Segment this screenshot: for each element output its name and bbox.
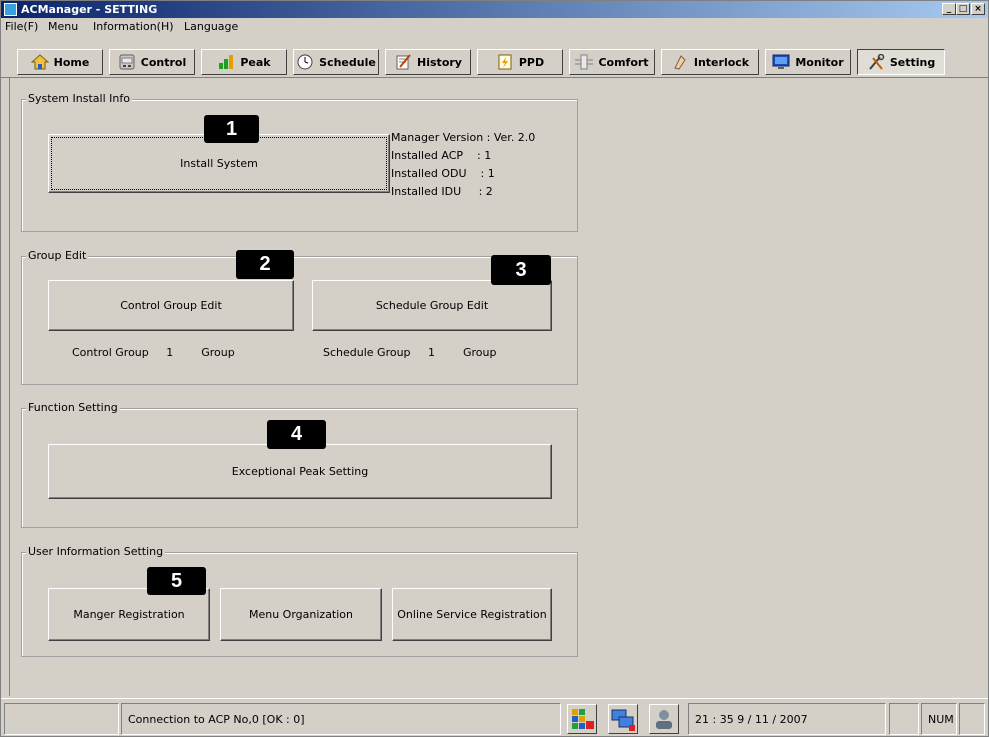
user-info-legend: User Information Setting [26,545,166,558]
menu-menu[interactable]: Menu [48,20,78,33]
tab-control-label: Control [140,55,187,69]
tab-interlock[interactable]: Interlock [661,49,759,75]
menu-file[interactable]: File(F) [5,20,38,33]
tab-comfort[interactable]: Comfort [569,49,655,75]
monitor-icon [772,54,790,70]
tab-home[interactable]: Home [17,49,103,75]
tab-monitor[interactable]: Monitor [765,49,851,75]
settings-panel: System Install Info Install System Manag… [9,78,985,696]
exceptional-peak-setting-button[interactable]: Exceptional Peak Setting [48,444,552,499]
tab-setting[interactable]: Setting [857,49,945,75]
toolbar: Home Control Peak Schedule History PPD C… [1,37,988,78]
setting-icon [867,53,885,70]
app-window: ACManager - SETTING _ □ × File(F) Menu I… [0,0,989,737]
close-button[interactable]: × [971,3,985,15]
clock-icon [296,54,314,70]
status-pane-empty [4,703,119,735]
menu-organization-button[interactable]: Menu Organization [220,588,382,641]
control-group-count: Control Group 1 Group [72,346,235,359]
home-icon [30,54,49,70]
user-info-group: User Information Setting Manger Registra… [21,545,578,657]
connection-status: Connection to ACP No,0 [OK : 0] [121,703,561,735]
history-icon [394,54,412,70]
schedule-group-count: Schedule Group 1 Group [323,346,497,359]
badge-2: 2 [236,250,294,279]
tab-home-label: Home [53,55,90,69]
badge-4: 4 [267,420,326,449]
tab-peak-label: Peak [240,55,271,69]
system-install-info: Manager Version : Ver. 2.0 Installed ACP… [391,131,536,198]
badge-3: 3 [491,255,551,285]
group-edit-legend: Group Edit [26,249,89,262]
tab-control[interactable]: Control [109,49,195,75]
status-pane-blank [889,703,919,735]
badge-5: 5 [147,567,206,595]
tab-peak[interactable]: Peak [201,49,287,75]
menu-language[interactable]: Language [184,20,238,33]
comfort-icon [575,54,594,70]
status-grid-icon[interactable] [567,704,597,734]
manager-registration-button[interactable]: Manger Registration [48,588,210,641]
control-group-edit-button[interactable]: Control Group Edit [48,280,294,331]
tab-setting-label: Setting [889,55,936,69]
app-icon [4,3,17,16]
network-icon[interactable] [608,704,638,734]
online-service-registration-button[interactable]: Online Service Registration [392,588,552,641]
window-title: ACManager - SETTING [21,3,158,16]
badge-1: 1 [204,115,259,143]
tab-history-label: History [417,55,462,69]
schedule-group-edit-button[interactable]: Schedule Group Edit [312,280,552,331]
tab-monitor-label: Monitor [795,55,844,69]
function-setting-legend: Function Setting [26,401,120,414]
maximize-button[interactable]: □ [956,3,970,15]
clock-status: 21 : 35 9 / 11 / 2007 [688,703,886,735]
title-bar: ACManager - SETTING _ □ × [1,1,988,18]
status-bar: Connection to ACP No,0 [OK : 0] 21 : 35 … [1,698,988,737]
ppd-icon [496,54,514,70]
tab-schedule-label: Schedule [319,55,376,69]
user-icon[interactable] [649,704,679,734]
tab-interlock-label: Interlock [693,55,750,69]
system-install-legend: System Install Info [26,92,132,105]
interlock-icon [671,54,689,70]
size-grip[interactable] [959,703,985,735]
peak-icon [217,54,235,70]
system-install-group: System Install Info Install System Manag… [21,92,578,232]
tab-comfort-label: Comfort [598,55,649,69]
num-lock-indicator: NUM [921,703,957,735]
control-icon [118,54,136,70]
menu-bar: File(F) Menu Information(H) Language [1,18,988,35]
tab-history[interactable]: History [385,49,471,75]
tab-schedule[interactable]: Schedule [293,49,379,75]
menu-information[interactable]: Information(H) [93,20,174,33]
tab-ppd-label: PPD [518,55,545,69]
tab-ppd[interactable]: PPD [477,49,563,75]
minimize-button[interactable]: _ [942,3,956,15]
